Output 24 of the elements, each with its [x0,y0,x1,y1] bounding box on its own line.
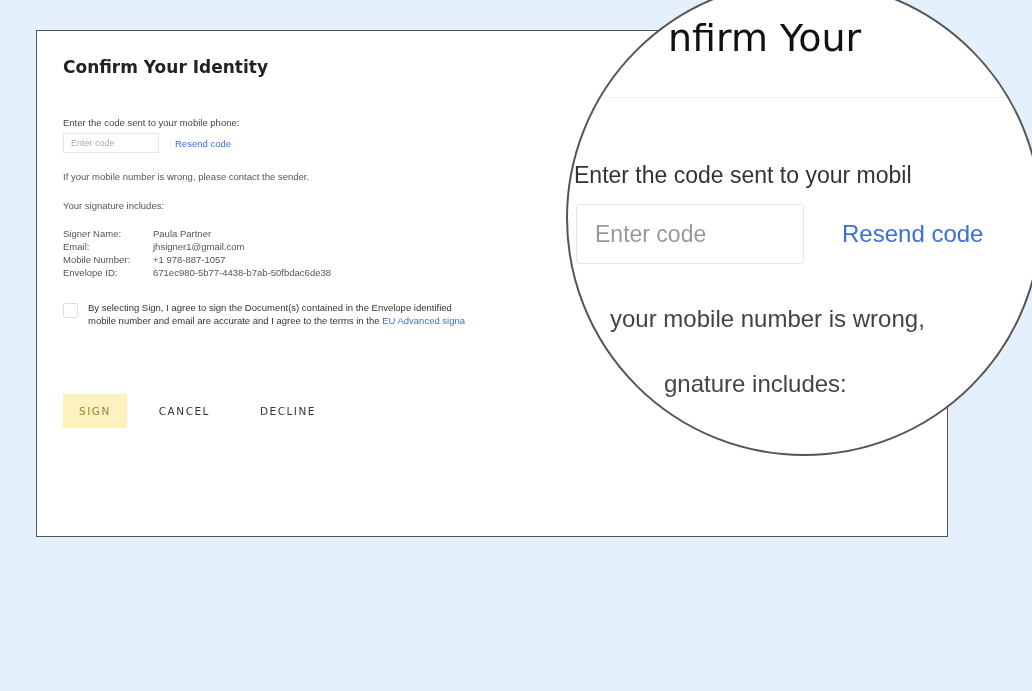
detail-label: Signer Name: [63,228,123,239]
detail-value: Paula Partner [153,228,213,239]
action-button[interactable]: CANCEL [140,393,228,428]
agreement-text: By selecting Sign, I agree to sign the Document(s) contained in the Envelope identified mobile number and email are accurate and I agree to the terms in the EU Advanced signa [88,302,466,328]
code-input-field[interactable]: Enter code [63,133,159,153]
wrong-number-note: If your mobile number is wrong, please contact the sender. [63,171,310,182]
terms-link[interactable]: EU Advanced signa [382,314,466,326]
magnified-title: nfirm Your [668,16,862,60]
detail-label: Mobile Number: [63,254,132,265]
detail-value: +1 978-887-1057 [153,254,227,265]
dialog-title: Confirm Your Identity [63,57,269,77]
detail-label: Envelope ID: [63,267,119,278]
detail-value: jhsigner1@gmail.com [153,241,246,252]
detail-value: 671ec980-5b77-4438-b7ab-50fbdac6de38 [153,267,331,278]
magnified-note: your mobile number is wrong, [610,305,925,333]
resend-code-link[interactable]: Resend code [175,137,231,149]
detail-label: Email: [63,241,91,252]
magnified-code-field[interactable]: Enter code [576,204,804,264]
magnified-signature-heading: gnature includes: [664,370,847,398]
magnified-code-label: Enter the code sent to your mobil [574,162,912,189]
signature-heading: Your signature includes: [63,200,165,211]
agree-checkbox[interactable] [63,303,78,318]
code-label: Enter the code sent to your mobile phone: [63,117,241,128]
action-button[interactable]: DECLINE [241,393,334,428]
